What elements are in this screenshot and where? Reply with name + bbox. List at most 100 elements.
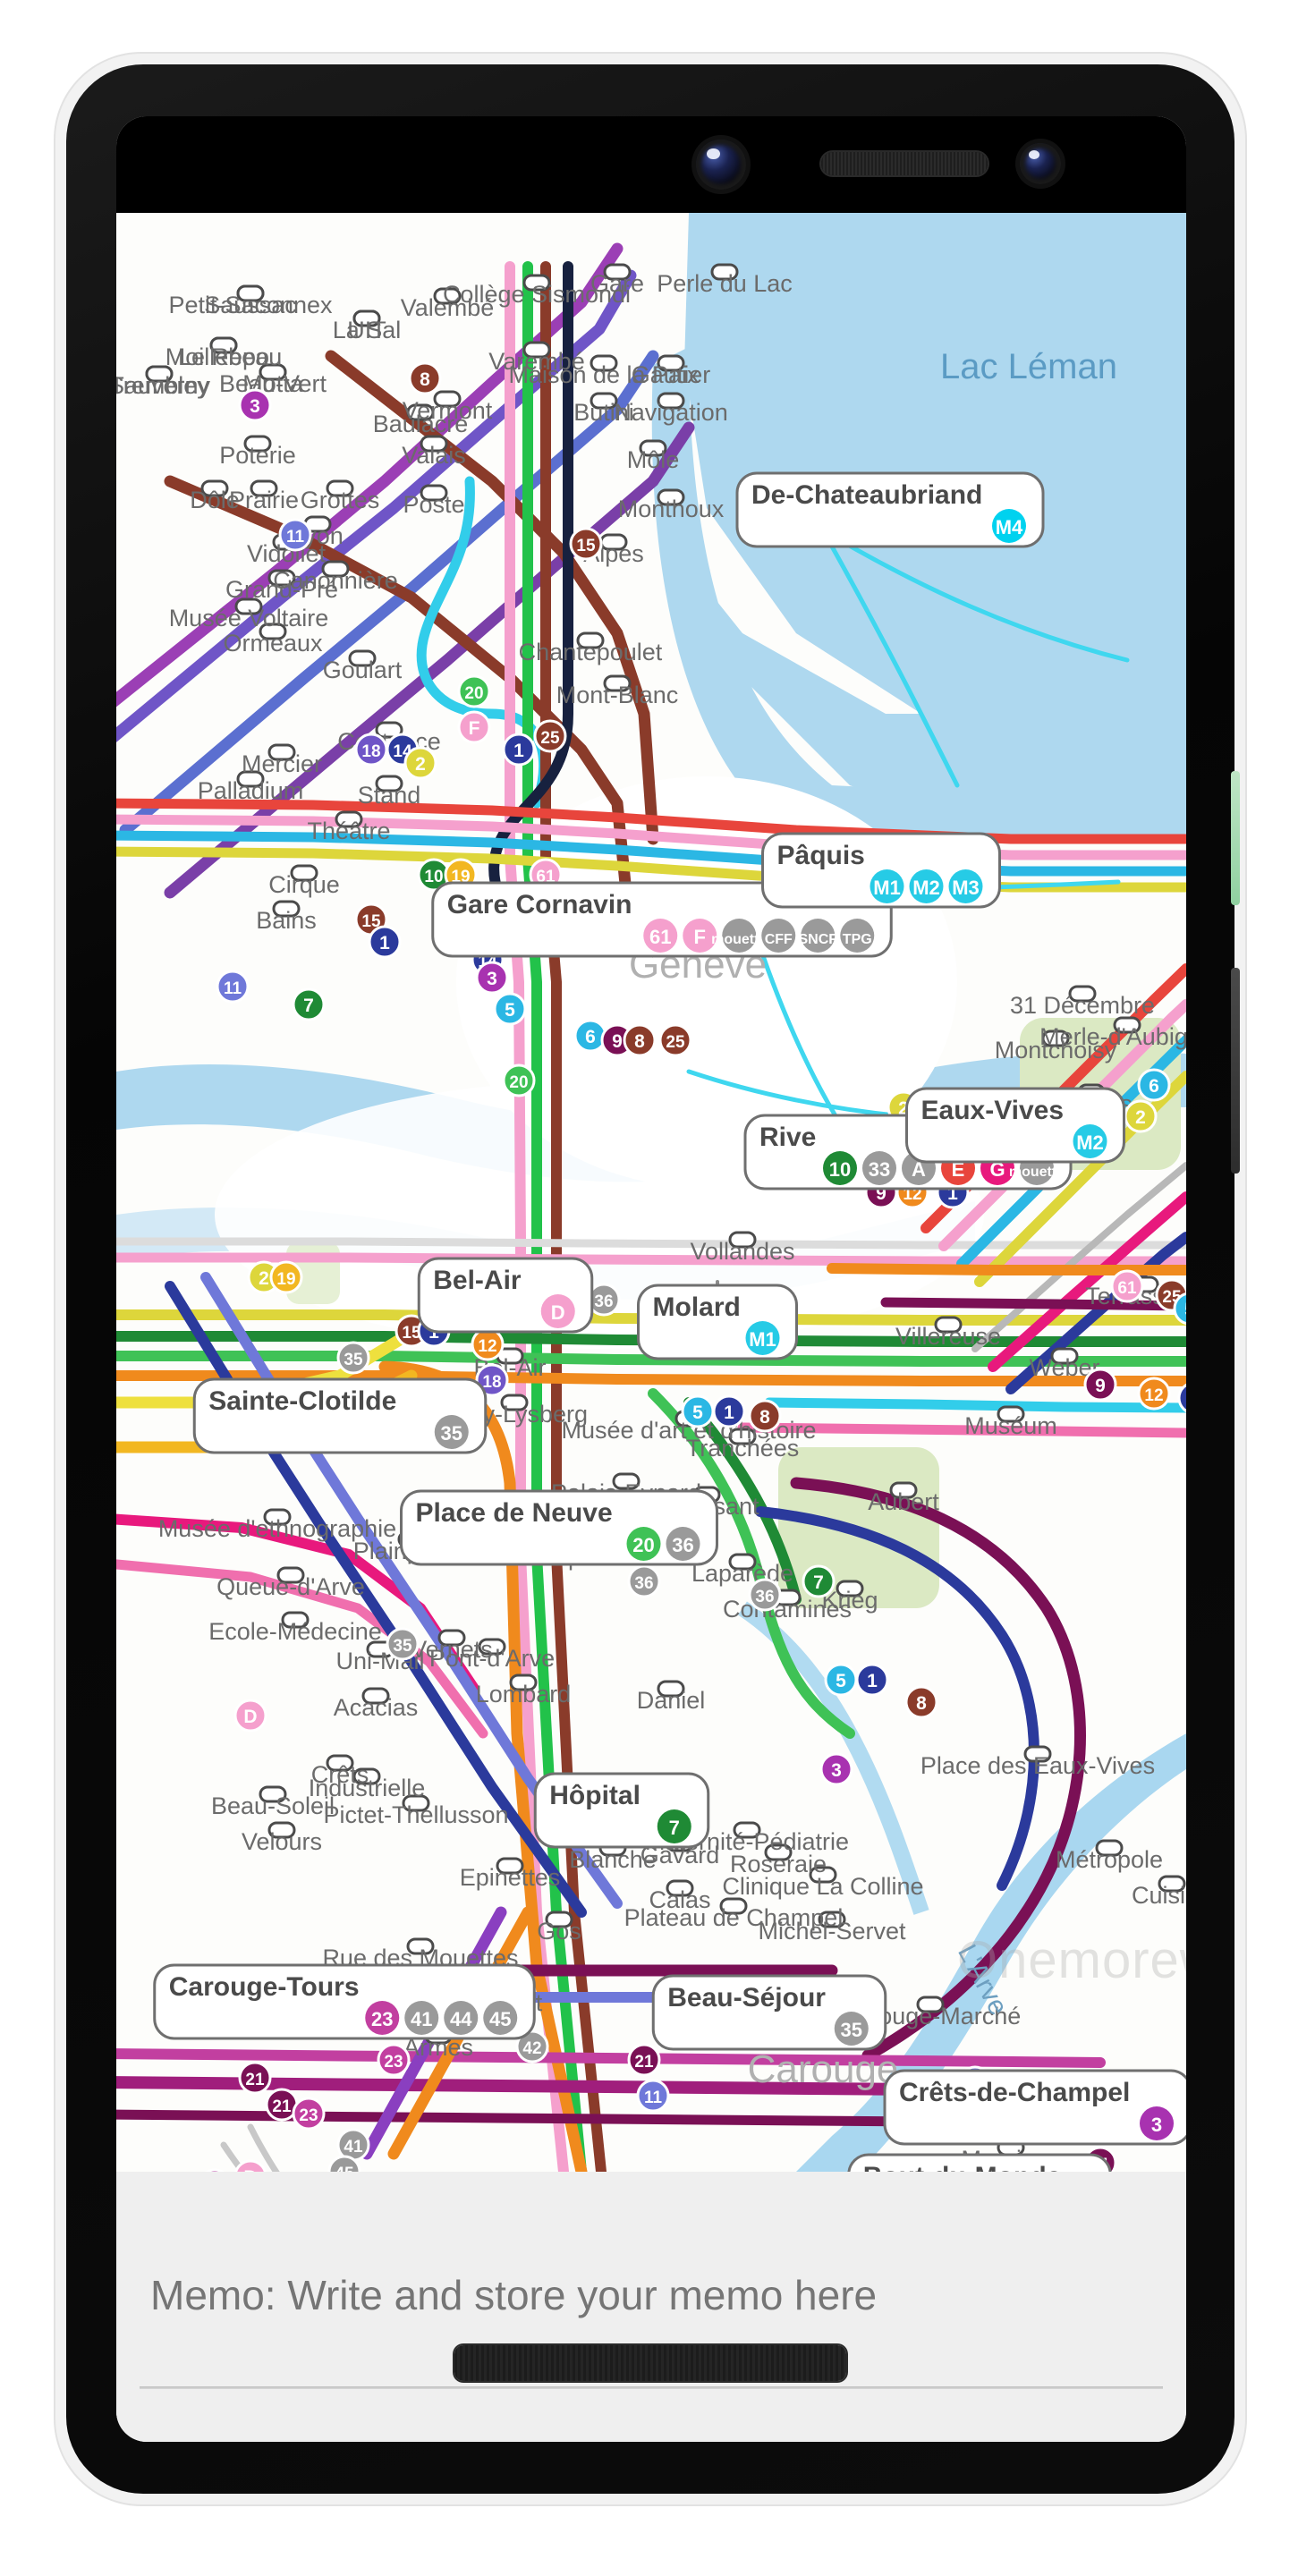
map-route-badge[interactable]: F — [457, 710, 491, 744]
wifi-icon — [965, 123, 1007, 180]
map-route-badge[interactable]: D — [233, 1699, 267, 1733]
map-named-stop[interactable]: Crêts-de-Champel 3 — [883, 2069, 1186, 2146]
map-stop-label: Théâtre — [307, 818, 390, 844]
map-route-badge[interactable]: 23 — [292, 2097, 326, 2131]
map-route-badge-label: D — [243, 1707, 257, 1727]
map-route-badge[interactable]: 36 — [627, 1564, 661, 1598]
map-stop-label: Bains — [256, 907, 317, 934]
map-stop-label: Place des Eaux-Vives — [920, 1752, 1155, 1779]
map-route-badge[interactable]: 6 — [1137, 1068, 1171, 1102]
bottom-speaker-grille — [454, 2345, 846, 2381]
map-route-badge[interactable]: 3 — [475, 961, 509, 995]
map-stop-name: Hôpital — [549, 1781, 641, 1810]
map-route-badge[interactable]: 3 — [819, 1752, 853, 1786]
map-line-badge-label: 23 — [371, 2008, 393, 2030]
volume-button[interactable] — [1231, 968, 1240, 1174]
map-route-badge[interactable]: 8 — [623, 1023, 657, 1057]
transit-map[interactable]: Petit-Saconnex Moillebeau Trembley Motta UIT… — [116, 213, 1186, 2172]
map-stop-name: Gare Cornavin — [447, 890, 632, 919]
map-route-badge[interactable]: 2 — [403, 746, 437, 780]
map-stop-label: Perle du Lac — [657, 270, 793, 297]
map-stop-label: 31 Décembre — [1010, 992, 1155, 1019]
map-route-badge-label: 5 — [1184, 1300, 1186, 1320]
map-route-badge[interactable]: 9 — [1083, 1368, 1117, 1402]
map-stop-label: Mercier — [242, 750, 322, 777]
map-named-stop[interactable]: Molard M1 — [637, 1284, 798, 1360]
map-stop-label: La Sal — [333, 317, 402, 343]
map-stop-label: Velours — [242, 1828, 322, 1855]
map-route-badge[interactable]: 21 — [238, 2061, 272, 2095]
map-route-badge-label: 11 — [644, 2089, 663, 2107]
map-line-badge-label: M1 — [873, 877, 901, 899]
map-named-stop[interactable]: Bel-Air D — [417, 1257, 594, 1334]
map-stop-label: Pont-d'Arve — [429, 1645, 555, 1672]
map-stop-name: Bout-du-Monde — [863, 2162, 1062, 2172]
map-named-stop[interactable]: De-Chateaubriand M4 — [735, 471, 1045, 548]
map-line-badge-label: 10 — [829, 1158, 851, 1181]
map-route-badge[interactable]: 15 — [569, 527, 603, 561]
map-route-badge[interactable]: 8 — [408, 361, 442, 395]
map-named-stop[interactable]: Sainte-Clotilde 35 — [192, 1377, 488, 1454]
map-route-badge[interactable]: 11 — [636, 2079, 670, 2113]
map-stop-label: Palladium — [198, 777, 304, 804]
map-route-badge[interactable]: 35 — [336, 1341, 370, 1375]
map-route-badge[interactable]: 18 — [354, 733, 388, 767]
map-named-stop[interactable]: Hôpital 7 — [533, 1772, 710, 1849]
map-named-stop[interactable]: Beau-Séjour 35 — [651, 1974, 887, 2051]
map-route-badge[interactable]: 1 — [855, 1663, 889, 1697]
map-route-badge[interactable]: 8 — [904, 1685, 938, 1719]
map-route-badge[interactable]: 11 — [216, 970, 250, 1004]
map-route-badge[interactable]: 8 — [748, 1399, 782, 1433]
map-route-badge[interactable]: 1 — [712, 1394, 746, 1428]
map-route-badge[interactable]: 6 — [573, 1019, 607, 1053]
map-route-badge-label: 25 — [666, 1033, 685, 1052]
map-route-badge-label: 23 — [299, 2106, 318, 2125]
memo-panel[interactable] — [116, 2172, 1186, 2442]
map-route-badge[interactable]: 5 — [493, 992, 527, 1026]
map-stop-label: Gautier — [632, 361, 711, 388]
map-route-badge[interactable]: 35 — [386, 1627, 420, 1661]
map-route-badge[interactable]: 36 — [748, 1578, 782, 1612]
map-route-badge[interactable]: 7 — [292, 987, 326, 1021]
map-named-stop[interactable]: Bout-du-Monde11 — [847, 2153, 1112, 2172]
map-route-badge[interactable]: 25 — [658, 1023, 692, 1057]
transit-map-canvas[interactable]: Petit-SaconnexMoillebeauTrembley MottaUIT… — [116, 213, 1186, 2172]
map-route-badge[interactable]: 20 — [502, 1063, 536, 1097]
map-route-badge[interactable]: 11 — [278, 518, 312, 552]
map-route-badge[interactable]: 1 — [368, 925, 402, 959]
map-stop-label: Stand — [358, 782, 421, 809]
map-route-badge[interactable]: 61 — [1110, 1269, 1144, 1303]
map-stop-name: Molard — [653, 1292, 741, 1322]
map-route-badge[interactable]: 5 — [824, 1663, 858, 1697]
power-button[interactable] — [1231, 771, 1240, 905]
map-route-badge[interactable]: 5 — [681, 1394, 715, 1428]
map-route-badge-label: 8 — [420, 369, 430, 390]
map-route-badge[interactable]: 25 — [533, 719, 567, 753]
map-route-badge-label: 8 — [759, 1407, 770, 1428]
map-named-stop[interactable]: Carouge-Tours 23 41 44 45 — [153, 1963, 536, 2040]
map-route-badge[interactable]: 21 — [627, 2043, 661, 2077]
map-named-stop[interactable]: Place de Neuve 20 36 — [400, 1489, 718, 1566]
map-route-badge[interactable]: 1 — [502, 733, 536, 767]
map-stop-label: Sauverny — [116, 372, 211, 399]
map-stop-label: Cuisine — [1132, 1882, 1186, 1909]
memo-underline — [140, 2386, 1163, 2389]
map-stop-label: Saussac — [204, 292, 297, 318]
map-route-badge[interactable]: 23 — [377, 2043, 411, 2077]
map-route-badge[interactable]: 12 — [471, 1327, 505, 1361]
map-route-badge[interactable]: 20 — [457, 674, 491, 708]
map-stop-label: Aubert — [868, 1488, 939, 1515]
map-route-badge[interactable]: 3 — [238, 388, 272, 422]
map-named-stop[interactable]: Eaux-Vives M2 — [905, 1087, 1125, 1164]
map-named-stop[interactable]: Pâquis M1 M2 M3 — [761, 832, 1001, 909]
map-route-badge[interactable]: 19 — [269, 1260, 303, 1294]
map-route-badge[interactable]: 7 — [802, 1564, 836, 1598]
map-route-badge[interactable]: 12 — [1137, 1377, 1171, 1411]
phone-outer-frame: Petit-Saconnex Moillebeau Trembley Motta UIT… — [55, 54, 1245, 2504]
status-bar-clock: 8:52 — [1105, 147, 1167, 182]
map-stop-label: Acacias — [334, 1694, 419, 1721]
map-line-badge-label: 7 — [669, 1817, 680, 1839]
memo-input[interactable] — [148, 2227, 1158, 2363]
map-route-badge[interactable]: 2 — [1124, 1099, 1158, 1133]
map-route-badge-label: 2 — [415, 754, 426, 775]
